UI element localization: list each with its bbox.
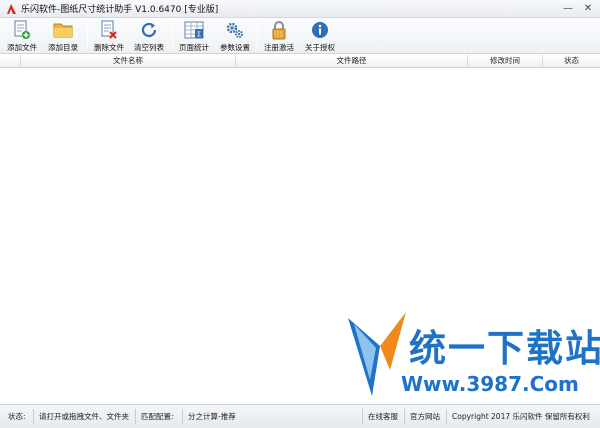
- add-folder-button[interactable]: 添加目录: [41, 19, 85, 53]
- delete-file-label: 删除文件: [94, 43, 124, 52]
- status-separator: [33, 409, 34, 424]
- clear-list-button[interactable]: 清空列表: [127, 19, 171, 53]
- lock-icon: [269, 20, 289, 40]
- status-separator: [182, 409, 183, 424]
- column-header-modified[interactable]: 修改时间: [468, 55, 543, 68]
- copyright-text: Copyright 2017 乐闪软件 保留所有权利: [452, 412, 590, 421]
- status-separator: [362, 409, 363, 424]
- refresh-icon: [139, 20, 159, 40]
- column-header-filename[interactable]: 文件名称: [21, 55, 236, 68]
- info-icon: [310, 20, 330, 40]
- watermark-url: Www.3987.Com: [401, 372, 579, 396]
- column-header-filepath[interactable]: 文件路径: [236, 55, 468, 68]
- online-service-link[interactable]: 在线客服: [368, 411, 398, 422]
- app-logo-icon: [5, 3, 17, 15]
- settings-label: 参数设置: [220, 43, 250, 52]
- status-message: 请打开或拖拽文件、文件夹: [39, 412, 129, 421]
- gears-icon: [225, 20, 245, 40]
- add-folder-label: 添加目录: [48, 43, 78, 52]
- column-header-index[interactable]: [0, 55, 21, 68]
- status-separator: [404, 409, 405, 424]
- status-bar: 状态: 请打开或拖拽文件、文件夹 匹配配置: 分之计算-推荐 在线客服 官方网站…: [0, 404, 600, 428]
- page-stats-button[interactable]: Σ 页面统计: [172, 19, 216, 53]
- official-site-link[interactable]: 官方网站: [410, 411, 440, 422]
- svg-text:Σ: Σ: [197, 31, 201, 39]
- status-separator: [446, 409, 447, 424]
- window-title: 乐闪软件-图纸尺寸统计助手 V1.0.6470 [专业版]: [21, 5, 219, 15]
- close-button[interactable]: ✕: [580, 2, 596, 15]
- add-file-label: 添加文件: [7, 43, 37, 52]
- delete-file-icon: [99, 20, 119, 40]
- sum-table-icon: Σ: [184, 20, 204, 40]
- watermark-text: 统一下载站: [409, 327, 600, 370]
- status-label: 状态:: [8, 412, 26, 421]
- title-bar: 乐闪软件-图纸尺寸统计助手 V1.0.6470 [专业版] — ✕: [0, 0, 600, 18]
- clear-list-label: 清空列表: [134, 43, 164, 52]
- folder-icon: [53, 20, 73, 40]
- column-header-status[interactable]: 状态: [543, 55, 600, 68]
- register-button[interactable]: 注册激活: [257, 19, 301, 53]
- status-separator: [135, 409, 136, 424]
- add-file-icon: [12, 20, 32, 40]
- match-config-label: 匹配配置:: [141, 412, 174, 421]
- file-table-header: 文件名称 文件路径 修改时间 状态: [0, 55, 600, 68]
- register-label: 注册激活: [264, 43, 294, 52]
- calc-mode[interactable]: 分之计算-推荐: [188, 411, 236, 422]
- minimize-button[interactable]: —: [560, 2, 576, 15]
- toolbar: 添加文件 添加目录 删除文件 清空列表 Σ 页面统计 参数设置 注册激活 关于授…: [0, 18, 600, 54]
- about-label: 关于授权: [305, 43, 335, 52]
- settings-button[interactable]: 参数设置: [213, 19, 257, 53]
- about-button[interactable]: 关于授权: [298, 19, 342, 53]
- add-file-button[interactable]: 添加文件: [0, 19, 44, 53]
- delete-file-button[interactable]: 删除文件: [87, 19, 131, 53]
- watermark-logo: 统一下载站 Www.3987.Com: [346, 310, 600, 402]
- page-stats-label: 页面统计: [179, 43, 209, 52]
